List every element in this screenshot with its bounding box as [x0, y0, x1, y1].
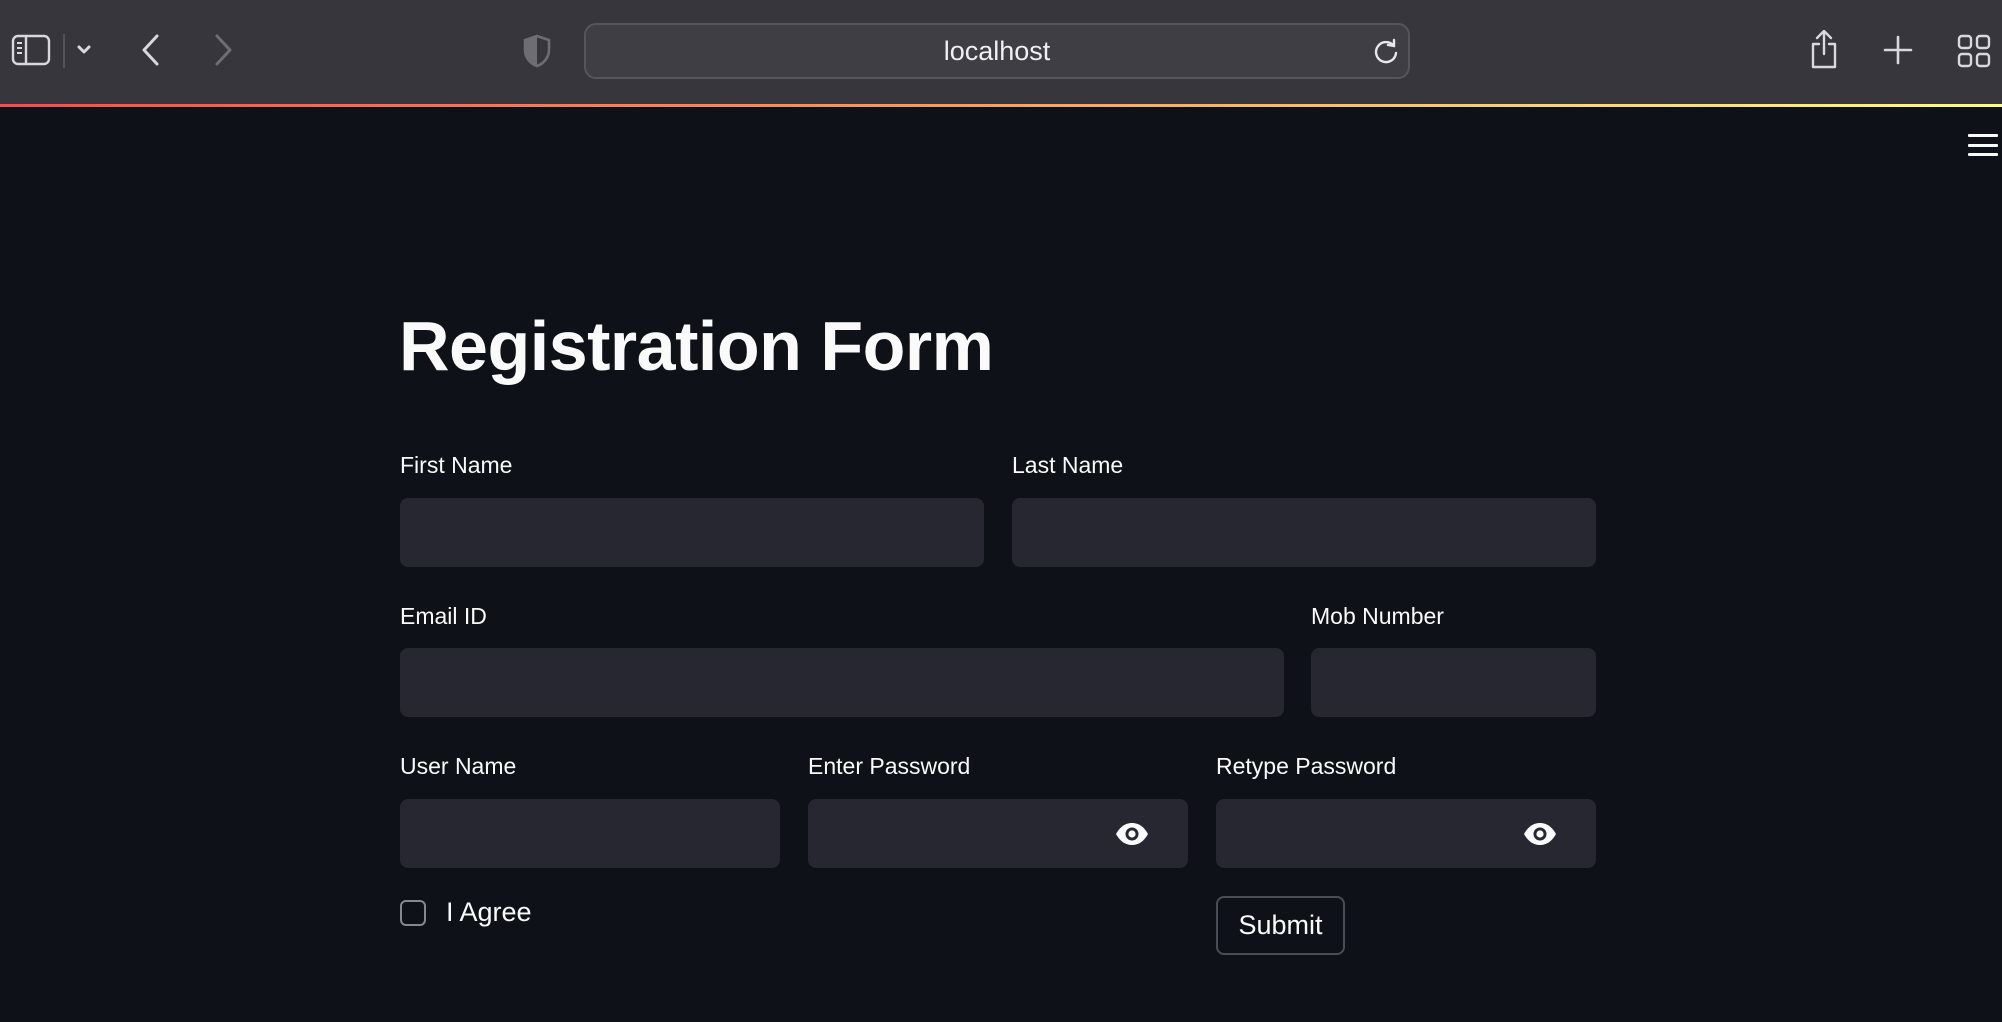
email-label: Email ID [400, 603, 487, 629]
mob-number-label: Mob Number [1311, 603, 1444, 629]
last-name-label: Last Name [1012, 452, 1124, 478]
first-name-label: First Name [400, 452, 513, 478]
reload-icon[interactable] [1369, 35, 1403, 69]
page-load-bar [0, 104, 2002, 107]
enter-password-label: Enter Password [808, 753, 971, 779]
hamburger-menu-icon[interactable] [1968, 132, 1998, 158]
submit-button[interactable]: Submit [1216, 896, 1345, 955]
user-name-label: User Name [400, 753, 517, 779]
chevron-down-icon[interactable] [72, 36, 96, 64]
page-title: Registration Form [399, 307, 994, 385]
chevron-right-icon [215, 34, 232, 66]
agree-checkbox-row[interactable]: I Agree [400, 897, 532, 928]
toolbar-divider [63, 34, 65, 68]
agree-checkbox[interactable] [400, 899, 426, 926]
share-icon[interactable] [1806, 26, 1842, 72]
plus-icon[interactable] [1880, 32, 1916, 68]
last-name-input[interactable] [1012, 498, 1596, 567]
eye-icon[interactable] [1115, 820, 1149, 848]
address-bar[interactable]: localhost [584, 23, 1410, 79]
retype-password-input[interactable] [1216, 799, 1596, 868]
retype-password-label: Retype Password [1216, 753, 1397, 779]
email-input[interactable] [400, 648, 1284, 717]
first-name-input[interactable] [400, 498, 984, 567]
back-button[interactable] [136, 30, 166, 70]
user-name-input[interactable] [400, 799, 780, 868]
grid-icon[interactable] [1955, 32, 1993, 70]
eye-icon[interactable] [1523, 820, 1557, 848]
address-text: localhost [943, 36, 1051, 66]
enter-password-input[interactable] [808, 799, 1188, 868]
shield-icon[interactable] [520, 32, 554, 70]
mob-number-input[interactable] [1311, 648, 1596, 717]
forward-button[interactable] [208, 30, 238, 70]
chevron-left-icon [142, 34, 159, 66]
browser-toolbar: localhost [0, 0, 2002, 104]
sidebar-icon[interactable] [10, 32, 52, 68]
agree-label: I Agree [446, 897, 532, 927]
